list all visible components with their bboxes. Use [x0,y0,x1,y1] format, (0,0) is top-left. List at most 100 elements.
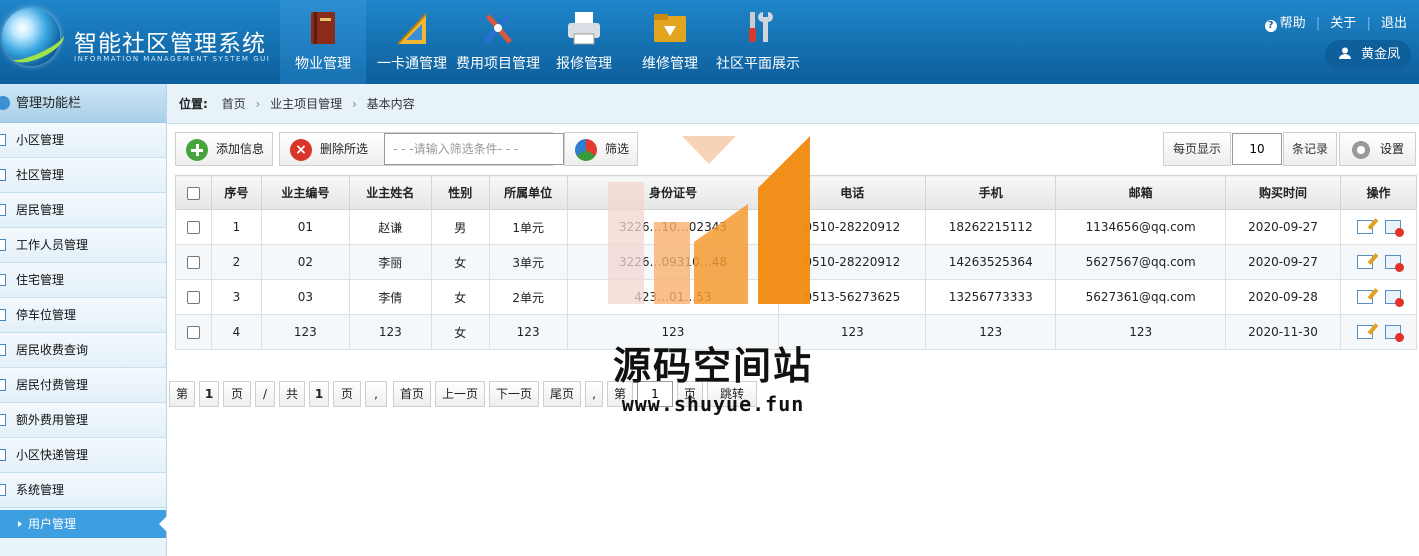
edit-icon[interactable] [1356,220,1373,235]
edit-icon[interactable] [1356,290,1373,305]
about-link[interactable]: 关于 [1330,12,1356,31]
sidebar-item-housing[interactable]: 住宅管理 [0,263,166,298]
table-row[interactable]: 3 03 李倩 女 2单元 423…01…53 0513-56273625 13… [175,279,1417,315]
pager-text: 页 [333,381,361,407]
document-icon [0,484,6,496]
gear-icon [0,96,10,110]
owner-table: 序号 业主编号 业主姓名 性别 所属单位 身份证号 电话 手机 邮箱 购买时间 … [175,175,1417,350]
delete-icon: × [290,139,312,161]
tools-icon [484,14,512,44]
per-page-label: 每页显示 [1163,132,1231,166]
toolbar: 添加信息 × 删除所选 筛选 每页显示 条记录 设置 [175,132,1417,166]
column-header[interactable]: 序号 [210,175,262,210]
document-icon [0,239,6,251]
filter-input[interactable] [384,133,564,165]
row-checkbox[interactable] [186,291,200,304]
column-header[interactable]: 性别 [430,175,490,210]
current-user[interactable]: 黄金凤 [1325,40,1411,70]
add-button[interactable]: 添加信息 [175,132,273,166]
nav-item-community-map[interactable]: 社区平面展示 [712,0,804,84]
sidebar: 管理功能栏 小区管理 社区管理 居民管理 工作人员管理 住宅管理 停车位管理 居… [0,84,167,556]
book-icon [311,12,335,44]
sidebar-item-parking[interactable]: 停车位管理 [0,298,166,333]
delete-row-icon[interactable] [1384,290,1404,308]
nav-item-maintenance[interactable]: 维修管理 [634,0,706,84]
document-icon [0,449,6,461]
delete-row-icon[interactable] [1384,325,1404,343]
column-header[interactable]: 所属单位 [488,175,568,210]
gear-icon [1350,139,1372,161]
printer-icon [568,12,600,45]
jump-button[interactable]: 跳转 [707,381,757,407]
sidebar-item-extra-fees[interactable]: 额外费用管理 [0,403,166,438]
sidebar-item-payment[interactable]: 居民付费管理 [0,368,166,403]
column-header[interactable]: 电话 [778,175,927,210]
row-checkbox[interactable] [186,256,200,269]
document-icon [0,274,6,286]
edit-icon[interactable] [1356,255,1373,270]
document-icon [0,169,6,181]
prev-page-button[interactable]: 上一页 [435,381,485,407]
settings-button[interactable]: 设置 [1339,132,1416,166]
table-header-row: 序号 业主编号 业主姓名 性别 所属单位 身份证号 电话 手机 邮箱 购买时间 … [175,175,1417,210]
user-name: 黄金凤 [1361,47,1401,62]
pager-text: 第 [169,381,195,407]
pager-text: , [585,381,603,407]
table-row[interactable]: 2 02 李丽 女 3单元 3226…09310…48 0510-2822091… [175,244,1417,280]
folder-download-icon [654,14,686,42]
select-all-cell[interactable] [175,175,212,210]
last-page-button[interactable]: 尾页 [543,381,581,407]
next-page-button[interactable]: 下一页 [489,381,539,407]
per-page-input[interactable] [1232,133,1282,165]
nav-item-card[interactable]: 一卡通管理 [372,0,452,84]
delete-row-icon[interactable] [1384,255,1404,273]
breadcrumb-label: 位置: [179,97,208,111]
column-header[interactable]: 手机 [925,175,1057,210]
document-icon [0,134,6,146]
table-row[interactable]: 1 01 赵谦 男 1单元 3226…10…02343 0510-2822091… [175,209,1417,245]
sidebar-item-express[interactable]: 小区快递管理 [0,438,166,473]
total-pages: 1 [309,381,329,407]
column-header[interactable]: 身份证号 [566,175,780,210]
sidebar-item-residents[interactable]: 居民管理 [0,193,166,228]
per-page-unit: 条记录 [1283,132,1337,166]
pager-text: , [365,381,387,407]
sidebar-item-system[interactable]: 系统管理 [0,473,166,508]
nav-item-fees[interactable]: 费用项目管理 [454,0,542,84]
ruler-icon [397,13,427,45]
logout-link[interactable]: 退出 [1381,12,1407,31]
select-all-checkbox[interactable] [186,186,200,200]
first-page-button[interactable]: 首页 [393,381,431,407]
sidebar-item-community[interactable]: 社区管理 [0,158,166,193]
app-window: 智能社区管理系统 INFORMATION MANAGEMENT SYSTEM G… [0,0,1419,556]
breadcrumb-owner-projects[interactable]: 业主项目管理 [270,97,342,111]
sidebar-subitem-users[interactable]: 用户管理 [0,510,167,538]
row-checkbox[interactable] [186,221,200,234]
document-icon [0,344,6,356]
top-links: ? 帮助 | 关于 | 退出 [1264,12,1407,32]
document-icon [0,309,6,321]
row-checkbox[interactable] [186,326,200,339]
sidebar-item-staff[interactable]: 工作人员管理 [0,228,166,263]
edit-icon[interactable] [1356,325,1373,340]
nav-item-repair-report[interactable]: 报修管理 [548,0,620,84]
breadcrumb-home[interactable]: 首页 [222,97,246,111]
column-header: 操作 [1340,175,1417,210]
column-header[interactable]: 业主编号 [260,175,350,210]
column-header[interactable]: 邮箱 [1055,175,1227,210]
user-icon [1339,47,1351,59]
column-header[interactable]: 业主姓名 [348,175,432,210]
sidebar-item-estate[interactable]: 小区管理 [0,123,166,158]
nav-item-property[interactable]: 物业管理 [280,0,366,84]
help-link[interactable]: ? 帮助 [1264,12,1306,32]
filter-button[interactable]: 筛选 [564,132,638,166]
filter-icon [575,139,597,161]
sidebar-item-charge-query[interactable]: 居民收费查询 [0,333,166,368]
table-row[interactable]: 4 123 123 女 123 123 123 123 123 2020-11-… [175,314,1417,350]
column-header[interactable]: 购买时间 [1225,175,1341,210]
pager-text: 页 [223,381,251,407]
jump-page-input[interactable] [637,381,673,407]
document-icon [0,204,6,216]
delete-row-icon[interactable] [1384,220,1404,238]
current-page: 1 [199,381,219,407]
